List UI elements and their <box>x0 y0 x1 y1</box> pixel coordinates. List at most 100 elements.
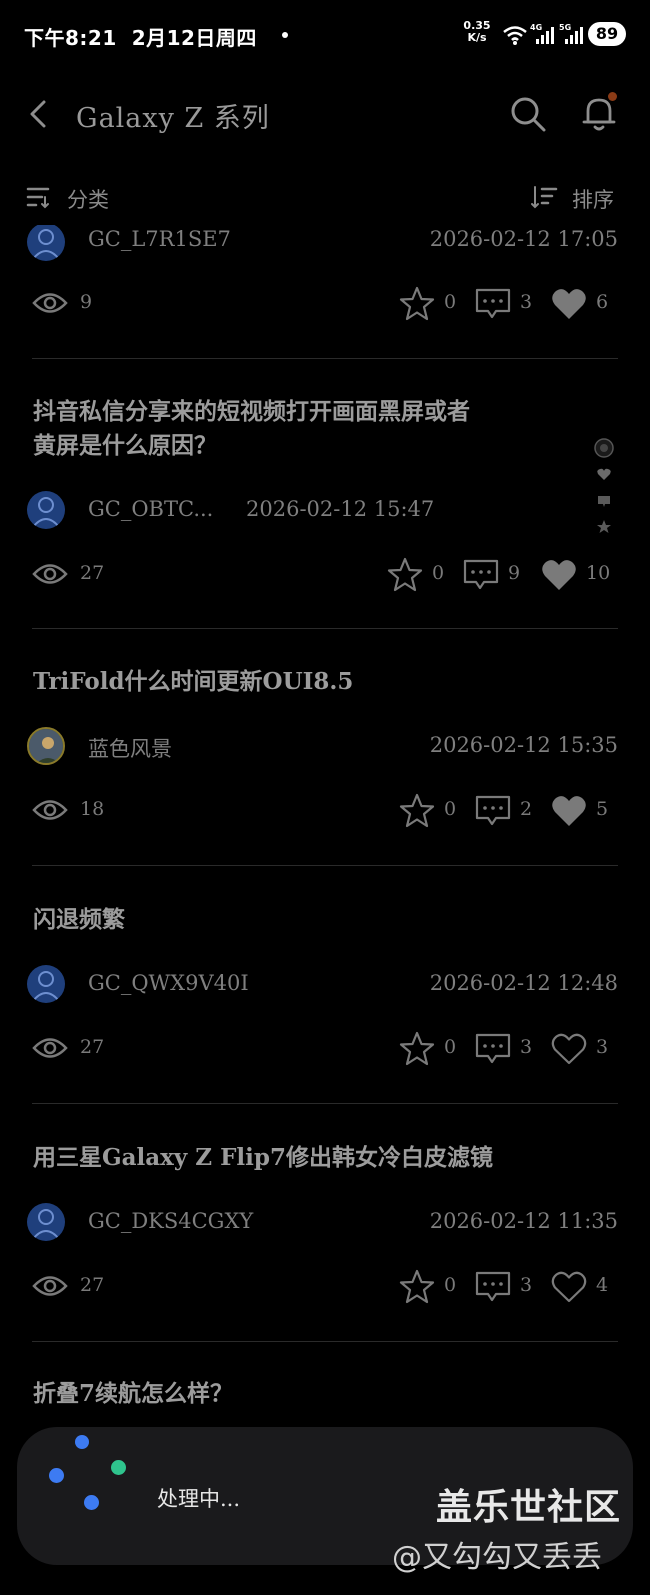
star-count: 0 <box>444 798 457 820</box>
status-bar: 下午8:21 2月12日周四 0.35 K/s 4G 5G 89 <box>0 0 650 72</box>
post-date: 2026-02-12 12:48 <box>429 971 618 995</box>
author-name[interactable]: GC_OBTC... <box>88 497 213 521</box>
notification-badge <box>608 92 617 101</box>
like-count: 10 <box>586 562 611 584</box>
post-feed[interactable]: GC_L7R1SE7 2026-02-12 17:05 9 0 3 6 抖音私信… <box>0 225 650 1415</box>
post-title[interactable]: 用三星Galaxy Z Flip7修出韩女冷白皮滤镜 <box>33 1141 613 1175</box>
like-count: 4 <box>596 1274 609 1296</box>
star-icon <box>399 1031 435 1066</box>
comment-count: 2 <box>520 798 533 820</box>
post-title[interactable]: 闪退频繁 <box>33 903 473 937</box>
divider <box>32 1103 618 1104</box>
eye-icon <box>32 800 68 820</box>
signal-5g-icon: 5G <box>559 23 583 44</box>
post-date: 2026-02-12 11:35 <box>429 1209 618 1233</box>
like-count: 6 <box>596 291 609 313</box>
post-stats: 27 0 3 3 <box>0 1029 650 1069</box>
post-title[interactable]: TriFold什么时间更新OUI8.5 <box>33 665 593 699</box>
eye-icon <box>32 1276 68 1296</box>
svg-text:5G: 5G <box>559 23 571 32</box>
heart-filled-icon <box>552 289 586 319</box>
eye-icon <box>32 1038 68 1058</box>
back-arrow-icon[interactable] <box>24 94 54 134</box>
comment-icon <box>475 1271 511 1302</box>
avatar[interactable] <box>27 965 65 1003</box>
post-date: 2026-02-12 17:05 <box>429 227 618 251</box>
avatar[interactable] <box>27 491 65 529</box>
sort-button[interactable]: 排序 <box>572 184 614 214</box>
heart-filled-icon <box>542 560 576 590</box>
heart-filled-icon <box>552 796 586 826</box>
spinner-dot <box>111 1460 126 1475</box>
star-count: 0 <box>444 291 457 313</box>
star-count: 0 <box>432 562 445 584</box>
search-icon[interactable] <box>508 94 548 134</box>
svg-text:4G: 4G <box>530 23 542 32</box>
heart-outline-icon <box>551 1033 587 1065</box>
view-count: 27 <box>80 562 105 584</box>
status-time: 下午8:21 2月12日周四 <box>24 26 257 50</box>
divider <box>32 358 618 359</box>
filter-icon[interactable] <box>26 184 52 210</box>
star-icon <box>399 1269 435 1304</box>
star-icon <box>399 793 435 828</box>
author-name[interactable]: GC_L7R1SE7 <box>88 227 231 251</box>
view-count: 18 <box>80 798 105 820</box>
spinner-dot <box>75 1435 89 1449</box>
avatar[interactable] <box>27 225 65 261</box>
eye-icon <box>32 564 68 584</box>
author-name[interactable]: GC_DKS4CGXY <box>88 1209 253 1233</box>
post-stats: 27 0 9 10 <box>0 555 650 595</box>
watermark-user: @又勾勾又丢丢 <box>392 1540 602 1575</box>
view-count: 27 <box>80 1274 105 1296</box>
divider <box>32 865 618 866</box>
like-count: 5 <box>596 798 609 820</box>
app-header: Galaxy Z 系列 <box>0 72 650 156</box>
eye-icon <box>32 293 68 313</box>
battery-indicator: 89 <box>588 22 626 46</box>
post-stats: 9 0 3 6 <box>0 284 650 324</box>
star-icon <box>399 286 435 321</box>
star-count: 0 <box>444 1274 457 1296</box>
signal-4g-icon: 4G <box>530 23 554 44</box>
watermark-brand: 盖乐世社区 <box>436 1487 622 1528</box>
comment-icon <box>463 559 499 590</box>
notification-dot-icon <box>282 32 288 38</box>
category-button[interactable]: 分类 <box>67 184 109 214</box>
heart-outline-icon <box>551 1271 587 1303</box>
comment-icon <box>475 288 511 319</box>
author-name[interactable]: GC_QWX9V40I <box>88 971 249 995</box>
comment-icon <box>475 795 511 826</box>
view-count: 27 <box>80 1036 105 1058</box>
filter-bar: 分类 排序 <box>0 176 650 220</box>
comment-count: 3 <box>520 1036 533 1058</box>
page-title: Galaxy Z 系列 <box>76 103 270 134</box>
post-title[interactable]: 折叠7续航怎么样？ <box>33 1377 473 1411</box>
view-count: 9 <box>80 291 93 313</box>
like-count: 3 <box>596 1036 609 1058</box>
status-date: 2月12日周四 <box>131 26 257 50</box>
divider <box>32 1341 618 1342</box>
post-title[interactable]: 抖音私信分享来的短视频打开画面黑屏或者黄屏是什么原因？ <box>33 395 473 463</box>
author-name[interactable]: 蓝色风景 <box>88 733 172 763</box>
star-icon <box>387 557 423 592</box>
sort-icon[interactable] <box>530 184 558 210</box>
post-date: 2026-02-12 15:47 <box>246 497 435 521</box>
post-stats: 18 0 2 5 <box>0 791 650 831</box>
floating-action-rail[interactable] <box>588 438 620 542</box>
comment-icon <box>475 1033 511 1064</box>
star-count: 0 <box>444 1036 457 1058</box>
toast-message: 处理中... <box>157 1487 241 1511</box>
avatar[interactable] <box>27 1203 65 1241</box>
comment-count: 3 <box>520 1274 533 1296</box>
spinner-dot <box>84 1495 99 1510</box>
comment-count: 9 <box>508 562 521 584</box>
divider <box>32 628 618 629</box>
network-speed: 0.35 K/s <box>463 19 491 44</box>
post-stats: 27 0 3 4 <box>0 1267 650 1307</box>
comment-count: 3 <box>520 291 533 313</box>
spinner-dot <box>49 1468 64 1483</box>
wifi-icon <box>503 26 527 45</box>
avatar[interactable] <box>27 727 65 765</box>
post-date: 2026-02-12 15:35 <box>429 733 618 757</box>
